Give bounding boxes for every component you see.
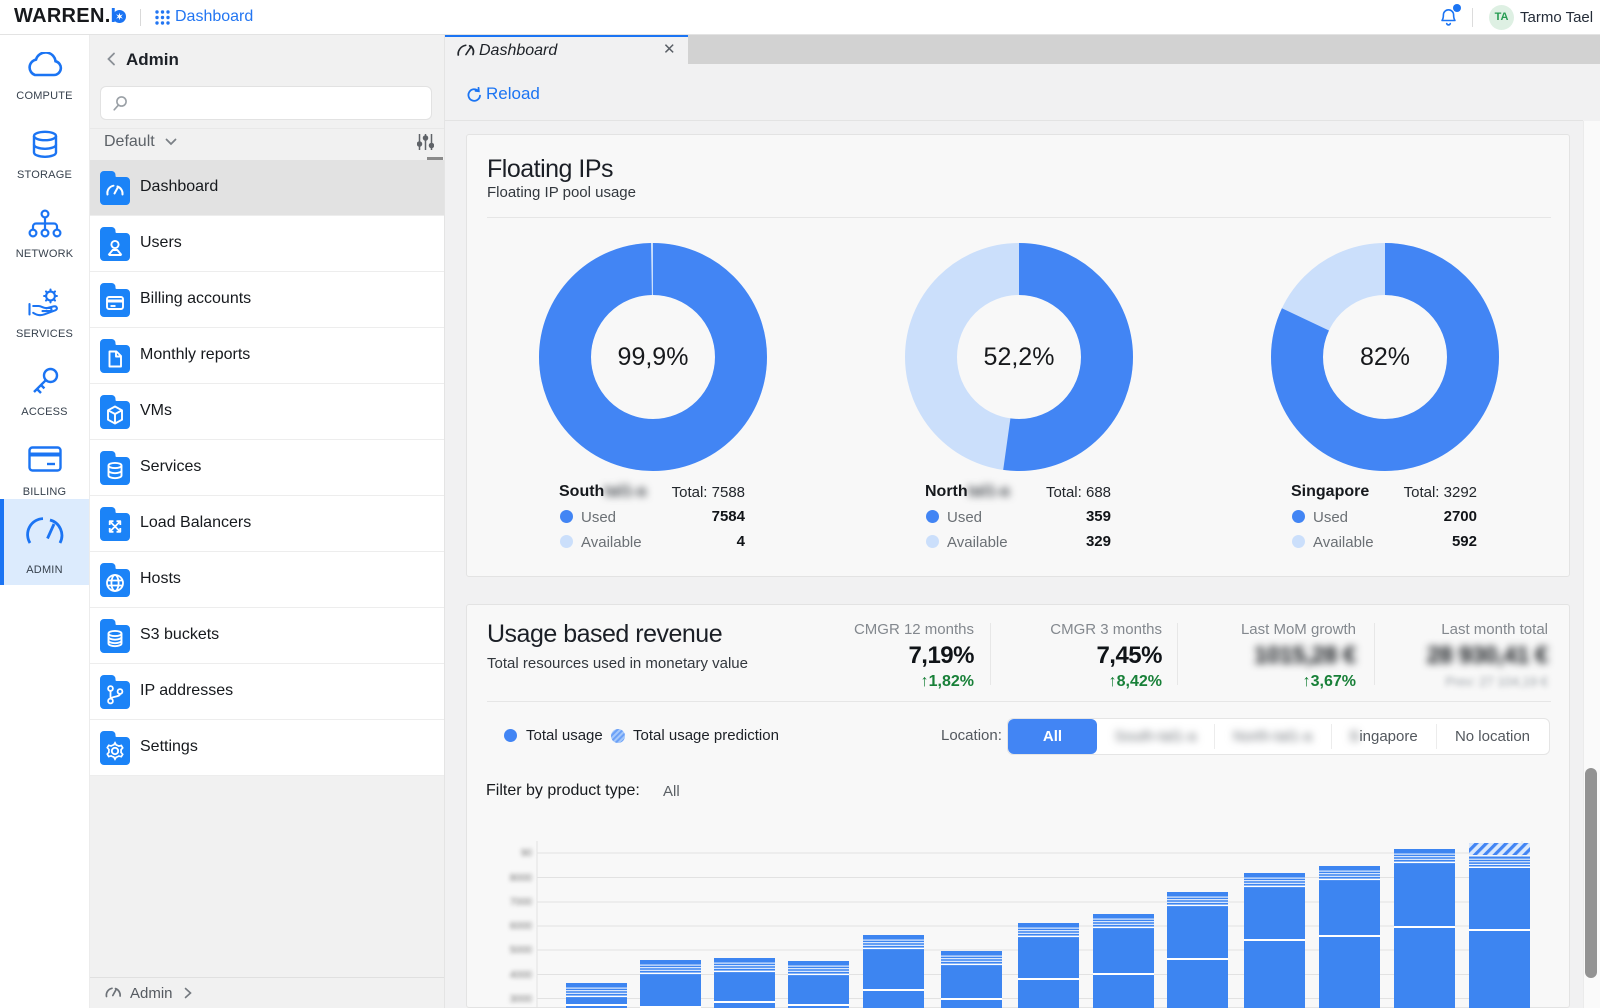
svg-text:5000: 5000 xyxy=(510,945,533,956)
svg-text:7000: 7000 xyxy=(510,897,533,908)
svg-text:6000: 6000 xyxy=(510,921,533,932)
svg-text:90: 90 xyxy=(521,848,533,859)
svg-text:4000: 4000 xyxy=(510,970,533,981)
svg-text:3000: 3000 xyxy=(510,994,533,1005)
svg-text:8000: 8000 xyxy=(510,873,533,884)
